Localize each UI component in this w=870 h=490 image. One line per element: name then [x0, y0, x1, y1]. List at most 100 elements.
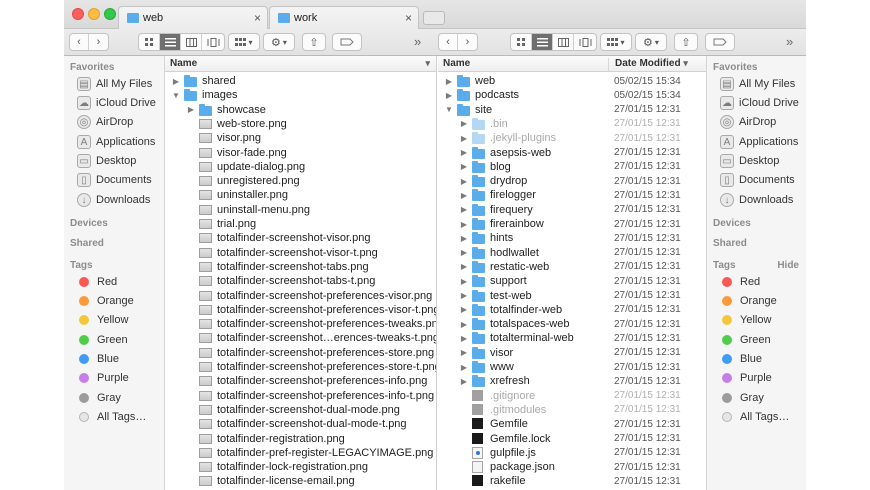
- file-row[interactable]: totalfinder-screenshot-visor-t.png: [165, 246, 436, 260]
- new-tab-button[interactable]: [423, 11, 445, 25]
- sidebar-item-downloads[interactable]: ↓ Downloads: [77, 192, 150, 208]
- sidebar-tag-red[interactable]: Red: [77, 274, 117, 290]
- disclosure-collapsed-icon[interactable]: ▶: [459, 291, 469, 300]
- sidebar-tag-all-tags[interactable]: All Tags…: [77, 409, 146, 425]
- file-row[interactable]: ▶ asepsis-web 27/01/15 12:31: [438, 146, 706, 160]
- tab-work[interactable]: work ×: [269, 6, 419, 29]
- file-row[interactable]: totalfinder-screenshot-preferences-store…: [165, 360, 436, 374]
- sidebar-item-all-my-files[interactable]: ▤ All My Files: [720, 76, 795, 92]
- file-row[interactable]: totalfinder-screenshot-dual-mode-t.png: [165, 417, 436, 431]
- disclosure-collapsed-icon[interactable]: ▶: [459, 262, 469, 271]
- file-row[interactable]: totalfinder-screenshot-preferences-info-…: [165, 389, 436, 403]
- file-row[interactable]: totalfinder-screenshot-preferences-info.…: [165, 374, 436, 388]
- disclosure-collapsed-icon[interactable]: ▶: [459, 119, 469, 128]
- sidebar-tag-gray[interactable]: Gray: [77, 390, 121, 406]
- file-row[interactable]: ▶ blog 27/01/15 12:31: [438, 160, 706, 174]
- disclosure-collapsed-icon[interactable]: ▶: [459, 320, 469, 329]
- file-row[interactable]: ▶ showcase: [165, 103, 436, 117]
- file-row[interactable]: package.json 27/01/15 12:31: [438, 460, 706, 474]
- file-row[interactable]: visor.png: [165, 131, 436, 145]
- sidebar-tag-orange[interactable]: Orange: [720, 293, 777, 309]
- arrange-menu-right[interactable]: ▾: [600, 33, 632, 51]
- disclosure-collapsed-icon[interactable]: ▶: [186, 105, 196, 114]
- disclosure-collapsed-icon[interactable]: ▶: [444, 77, 454, 86]
- file-row[interactable]: totalfinder-lock-registration.png: [165, 460, 436, 474]
- cover-flow-button[interactable]: [574, 34, 596, 50]
- icon-view-button[interactable]: [139, 34, 160, 50]
- tab-web[interactable]: web ×: [118, 6, 268, 29]
- sidebar-item-icloud-drive[interactable]: ☁ iCloud Drive: [720, 95, 799, 111]
- file-row[interactable]: ▶ totalfinder-web 27/01/15 12:31: [438, 303, 706, 317]
- column-view-button[interactable]: [553, 34, 574, 50]
- disclosure-collapsed-icon[interactable]: ▶: [459, 134, 469, 143]
- sidebar-item-applications[interactable]: A Applications: [77, 134, 155, 150]
- tag-button-left[interactable]: [332, 33, 362, 51]
- file-row[interactable]: .gitmodules 27/01/15 12:31: [438, 403, 706, 417]
- file-row[interactable]: uninstall-menu.png: [165, 203, 436, 217]
- forward-button[interactable]: ›: [89, 34, 108, 50]
- file-row[interactable]: ▶ podcasts 05/02/15 15:34: [438, 88, 706, 102]
- sidebar-item-desktop[interactable]: ▭ Desktop: [720, 153, 779, 169]
- sidebar-tag-yellow[interactable]: Yellow: [77, 312, 128, 328]
- name-column-header[interactable]: Name: [443, 58, 470, 69]
- disclosure-expanded-icon[interactable]: ▼: [444, 105, 454, 114]
- file-row[interactable]: ▶ firequery 27/01/15 12:31: [438, 203, 706, 217]
- file-row[interactable]: ▶ totalterminal-web 27/01/15 12:31: [438, 331, 706, 345]
- sidebar-item-icloud-drive[interactable]: ☁ iCloud Drive: [77, 95, 156, 111]
- action-menu-left[interactable]: ⚙ ▾: [263, 33, 295, 51]
- column-view-button[interactable]: [181, 34, 202, 50]
- sidebar-tag-purple[interactable]: Purple: [77, 370, 129, 386]
- arrange-button[interactable]: ▾: [601, 34, 631, 50]
- sidebar-tag-blue[interactable]: Blue: [720, 351, 762, 367]
- file-row[interactable]: ▶ visor 27/01/15 12:31: [438, 346, 706, 360]
- sidebar-item-documents[interactable]: ▯ Documents: [720, 172, 795, 188]
- disclosure-collapsed-icon[interactable]: ▶: [459, 305, 469, 314]
- file-row[interactable]: totalfinder-pref-register-LEGACYIMAGE.pn…: [165, 446, 436, 460]
- file-row[interactable]: update-dialog.png: [165, 160, 436, 174]
- close-tab-icon[interactable]: ×: [405, 11, 412, 25]
- file-row[interactable]: totalfinder-screenshot-tabs.png: [165, 260, 436, 274]
- file-row[interactable]: ▶ support 27/01/15 12:31: [438, 274, 706, 288]
- file-row[interactable]: totalfinder-screenshot-visor.png: [165, 231, 436, 245]
- disclosure-collapsed-icon[interactable]: ▶: [444, 91, 454, 100]
- sidebar-item-all-my-files[interactable]: ▤ All My Files: [77, 76, 152, 92]
- sidebar-tag-yellow[interactable]: Yellow: [720, 312, 771, 328]
- hide-tags-button[interactable]: Hide: [777, 260, 799, 271]
- shared-header[interactable]: Shared: [713, 238, 747, 249]
- file-row[interactable]: ▶ xrefresh 27/01/15 12:31: [438, 374, 706, 388]
- file-row[interactable]: ▶ firelogger 27/01/15 12:31: [438, 188, 706, 202]
- disclosure-collapsed-icon[interactable]: ▶: [459, 220, 469, 229]
- file-row[interactable]: gulpfile.js 27/01/15 12:31: [438, 446, 706, 460]
- list-view-button[interactable]: [532, 34, 553, 50]
- toolbar-overflow-button[interactable]: »: [786, 34, 793, 49]
- disclosure-collapsed-icon[interactable]: ▶: [459, 334, 469, 343]
- sidebar-tag-all-tags[interactable]: All Tags…: [720, 409, 789, 425]
- file-row[interactable]: ▶ hints 27/01/15 12:31: [438, 231, 706, 245]
- arrange-button[interactable]: ▾: [229, 34, 259, 50]
- devices-header[interactable]: Devices: [70, 218, 108, 229]
- file-row[interactable]: ▶ test-web 27/01/15 12:31: [438, 289, 706, 303]
- arrange-menu-left[interactable]: ▾: [228, 33, 260, 51]
- action-menu-right[interactable]: ⚙ ▾: [635, 33, 667, 51]
- disclosure-expanded-icon[interactable]: ▼: [171, 91, 181, 100]
- devices-header[interactable]: Devices: [713, 218, 751, 229]
- zoom-window-button[interactable]: [104, 8, 116, 20]
- file-row[interactable]: ▶ .jekyll-plugins 27/01/15 12:31: [438, 131, 706, 145]
- file-row[interactable]: ▶ shared: [165, 74, 436, 88]
- file-row[interactable]: totalfinder-screenshot-preferences-visor…: [165, 289, 436, 303]
- sidebar-tag-blue[interactable]: Blue: [77, 351, 119, 367]
- chevron-down-icon[interactable]: ▾: [425, 58, 430, 69]
- sidebar-item-documents[interactable]: ▯ Documents: [77, 172, 152, 188]
- name-column-header[interactable]: Name: [170, 58, 197, 69]
- file-row[interactable]: uninstaller.png: [165, 188, 436, 202]
- forward-button[interactable]: ›: [458, 34, 477, 50]
- back-button[interactable]: ‹: [70, 34, 89, 50]
- toolbar-overflow-button[interactable]: »: [414, 34, 421, 49]
- tag-button-right[interactable]: [705, 33, 735, 51]
- file-row[interactable]: rakefile 27/01/15 12:31: [438, 474, 706, 488]
- minimize-window-button[interactable]: [88, 8, 100, 20]
- file-row[interactable]: ▶ totalspaces-web 27/01/15 12:31: [438, 317, 706, 331]
- file-row[interactable]: totalfinder-registration.png: [165, 432, 436, 446]
- sidebar-tag-green[interactable]: Green: [77, 332, 128, 348]
- file-row[interactable]: ▶ drydrop 27/01/15 12:31: [438, 174, 706, 188]
